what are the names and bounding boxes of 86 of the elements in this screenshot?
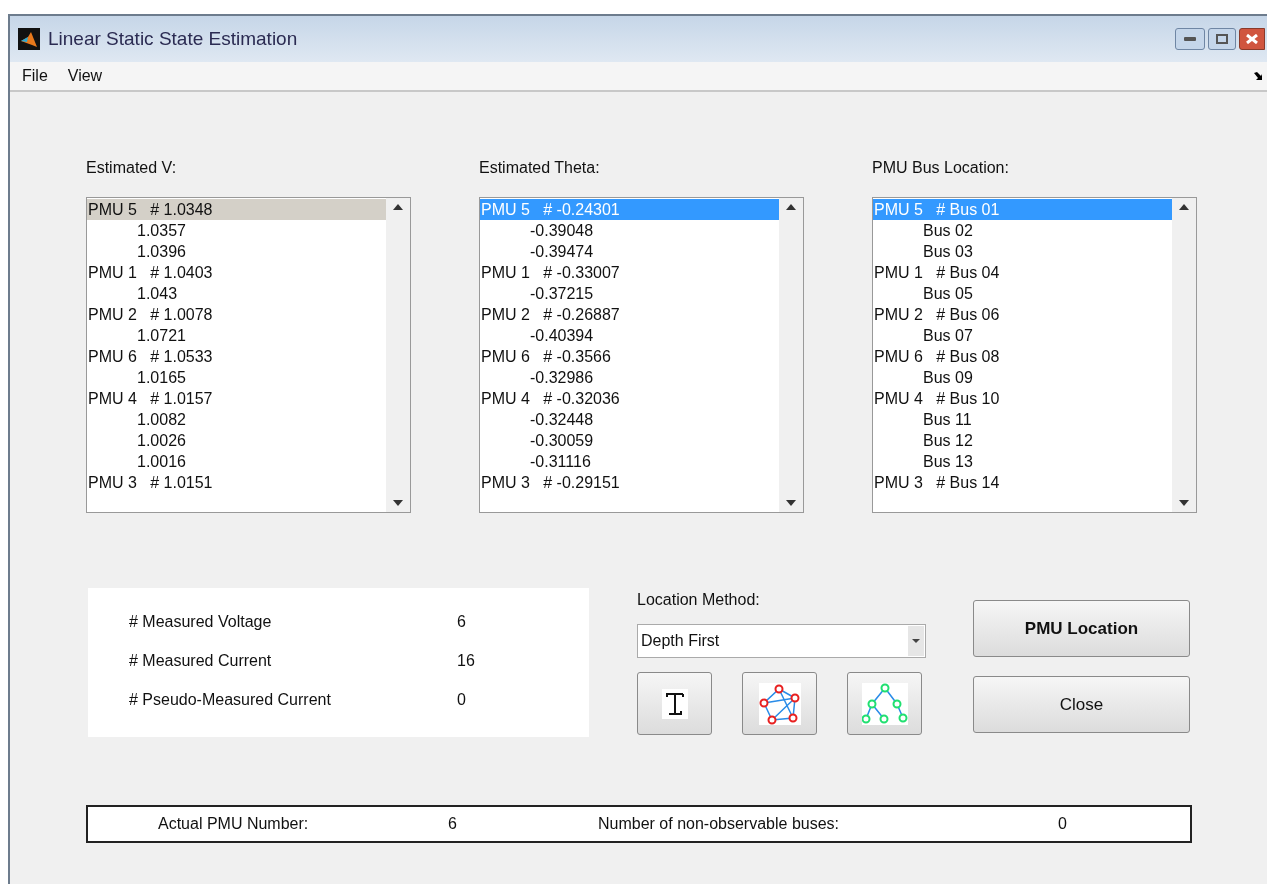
list-item[interactable]: PMU 1 # -0.33007 [480,262,779,283]
close-button[interactable]: Close [973,676,1190,733]
list-label: Estimated V: [86,158,178,176]
menu-item[interactable]: File [22,64,48,88]
scroll-up-icon[interactable] [1179,204,1189,210]
list-item[interactable]: -0.39048 [480,220,779,241]
list-item[interactable]: PMU 4 # Bus 10 [873,388,1172,409]
scroll-up-icon[interactable] [786,204,796,210]
list-item[interactable]: -0.32448 [480,409,779,430]
list-item[interactable]: PMU 4 # 1.0157 [87,388,386,409]
arrow-icon [1254,72,1263,80]
list-item[interactable]: -0.32986 [480,367,779,388]
list-item[interactable]: PMU 2 # -0.26887 [480,304,779,325]
list-item[interactable]: 1.0721 [87,325,386,346]
maximize-icon [1216,34,1228,44]
maximize-button[interactable] [1208,28,1236,50]
list-item[interactable]: PMU 5 # 1.0348 [87,199,386,220]
list-item[interactable]: PMU 1 # 1.0403 [87,262,386,283]
list-item[interactable]: PMU 6 # 1.0533 [87,346,386,367]
list-item[interactable]: Bus 11 [873,409,1172,430]
minimize-icon [1184,37,1196,41]
list-label: PMU Bus Location: [872,158,1010,176]
scroll-up-icon[interactable] [393,204,403,210]
close-window-button[interactable] [1239,28,1265,50]
list-item[interactable]: 1.0026 [87,430,386,451]
list-box[interactable]: PMU 5 # 1.0348 1.0357 1.0396 PMU 1 # 1.0403 1.043 PMU 2 # 1.0078 1.0721 PMU 6 # 1.0533 1.0165 PMU 4 # 1.0157 1.0082 1.0026 1.0016 PMU 3 # 1.0151 [86,197,411,513]
list-item[interactable]: 1.0165 [87,367,386,388]
list-item[interactable]: Bus 03 [873,241,1172,262]
tree-button[interactable] [847,672,922,735]
list-item[interactable]: PMU 2 # Bus 06 [873,304,1172,325]
list-item[interactable]: Bus 13 [873,451,1172,472]
location-method-dropdown[interactable]: Depth First [637,624,926,658]
scrollbar[interactable] [779,198,803,512]
measurement-value: 0 [457,690,466,710]
list-item[interactable]: 1.0082 [87,409,386,430]
status-value: 0 [1058,814,1067,834]
measurement-label: # Measured Current [129,651,273,671]
list-item[interactable]: -0.39474 [480,241,779,262]
scroll-down-icon[interactable] [1179,500,1189,506]
scroll-down-icon[interactable] [393,500,403,506]
list-item[interactable]: 1.0357 [87,220,386,241]
list-item[interactable]: Bus 07 [873,325,1172,346]
list-item[interactable]: PMU 2 # 1.0078 [87,304,386,325]
list-box[interactable]: PMU 5 # -0.24301 -0.39048 -0.39474 PMU 1 # -0.33007 -0.37215 PMU 2 # -0.26887 -0.40394 PMU 6 # -0.3566 -0.32986 PMU 4 # -0.32036 -0.32448 -0.30059 -0.31116 PMU 3 # -0.29151 [479,197,804,513]
list-item[interactable]: 1.043 [87,283,386,304]
list-item[interactable]: PMU 3 # -0.29151 [480,472,779,493]
pmu-location-button[interactable]: PMU Location [973,600,1190,657]
list-item[interactable]: -0.30059 [480,430,779,451]
minimize-button[interactable] [1175,28,1205,50]
list-item[interactable]: PMU 4 # -0.32036 [480,388,779,409]
list-item[interactable]: 1.0396 [87,241,386,262]
window-title: Linear Static State Estimation [48,26,298,51]
location-method-label: Location Method: [637,590,761,610]
list-item[interactable]: -0.40394 [480,325,779,346]
measurement-label: # Pseudo-Measured Current [129,690,332,710]
tree-graph-icon [861,682,908,725]
network-graph-icon [758,682,801,725]
list-item[interactable]: Bus 02 [873,220,1172,241]
measurement-value: 16 [457,651,475,671]
status-label: Actual PMU Number: [158,814,310,834]
list-box[interactable]: PMU 5 # Bus 01 Bus 02 Bus 03 PMU 1 # Bus 04 Bus 05 PMU 2 # Bus 06 Bus 07 PMU 6 # Bus 08 Bus 09 PMU 4 # Bus 10 Bus 11 Bus 12 Bus 13 PMU 3 # Bus 14 [872,197,1197,513]
graph-button[interactable] [742,672,817,735]
menu-item[interactable]: View [67,64,103,88]
list-item[interactable]: Bus 09 [873,367,1172,388]
list-item[interactable]: -0.37215 [480,283,779,304]
list-item[interactable]: PMU 3 # 1.0151 [87,472,386,493]
status-label: Number of non-observable buses: [598,814,841,834]
list-item[interactable]: PMU 3 # Bus 14 [873,472,1172,493]
status-value: 6 [448,814,458,834]
list-item[interactable]: Bus 12 [873,430,1172,451]
list-item[interactable]: PMU 6 # -0.3566 [480,346,779,367]
list-label: Estimated Theta: [479,158,601,176]
measurement-label: # Measured Voltage [129,612,273,632]
list-item[interactable]: PMU 1 # Bus 04 [873,262,1172,283]
list-item[interactable]: Bus 05 [873,283,1172,304]
tool-button[interactable] [637,672,712,735]
close-icon [1246,34,1258,44]
list-item[interactable]: PMU 6 # Bus 08 [873,346,1172,367]
measurement-value: 6 [457,612,466,632]
scrollbar[interactable] [386,198,410,512]
list-item[interactable]: 1.0016 [87,451,386,472]
app-logo-icon [18,28,40,50]
list-item[interactable]: -0.31116 [480,451,779,472]
scrollbar[interactable] [1172,198,1196,512]
text-cursor-icon [661,688,688,719]
scroll-down-icon[interactable] [786,500,796,506]
